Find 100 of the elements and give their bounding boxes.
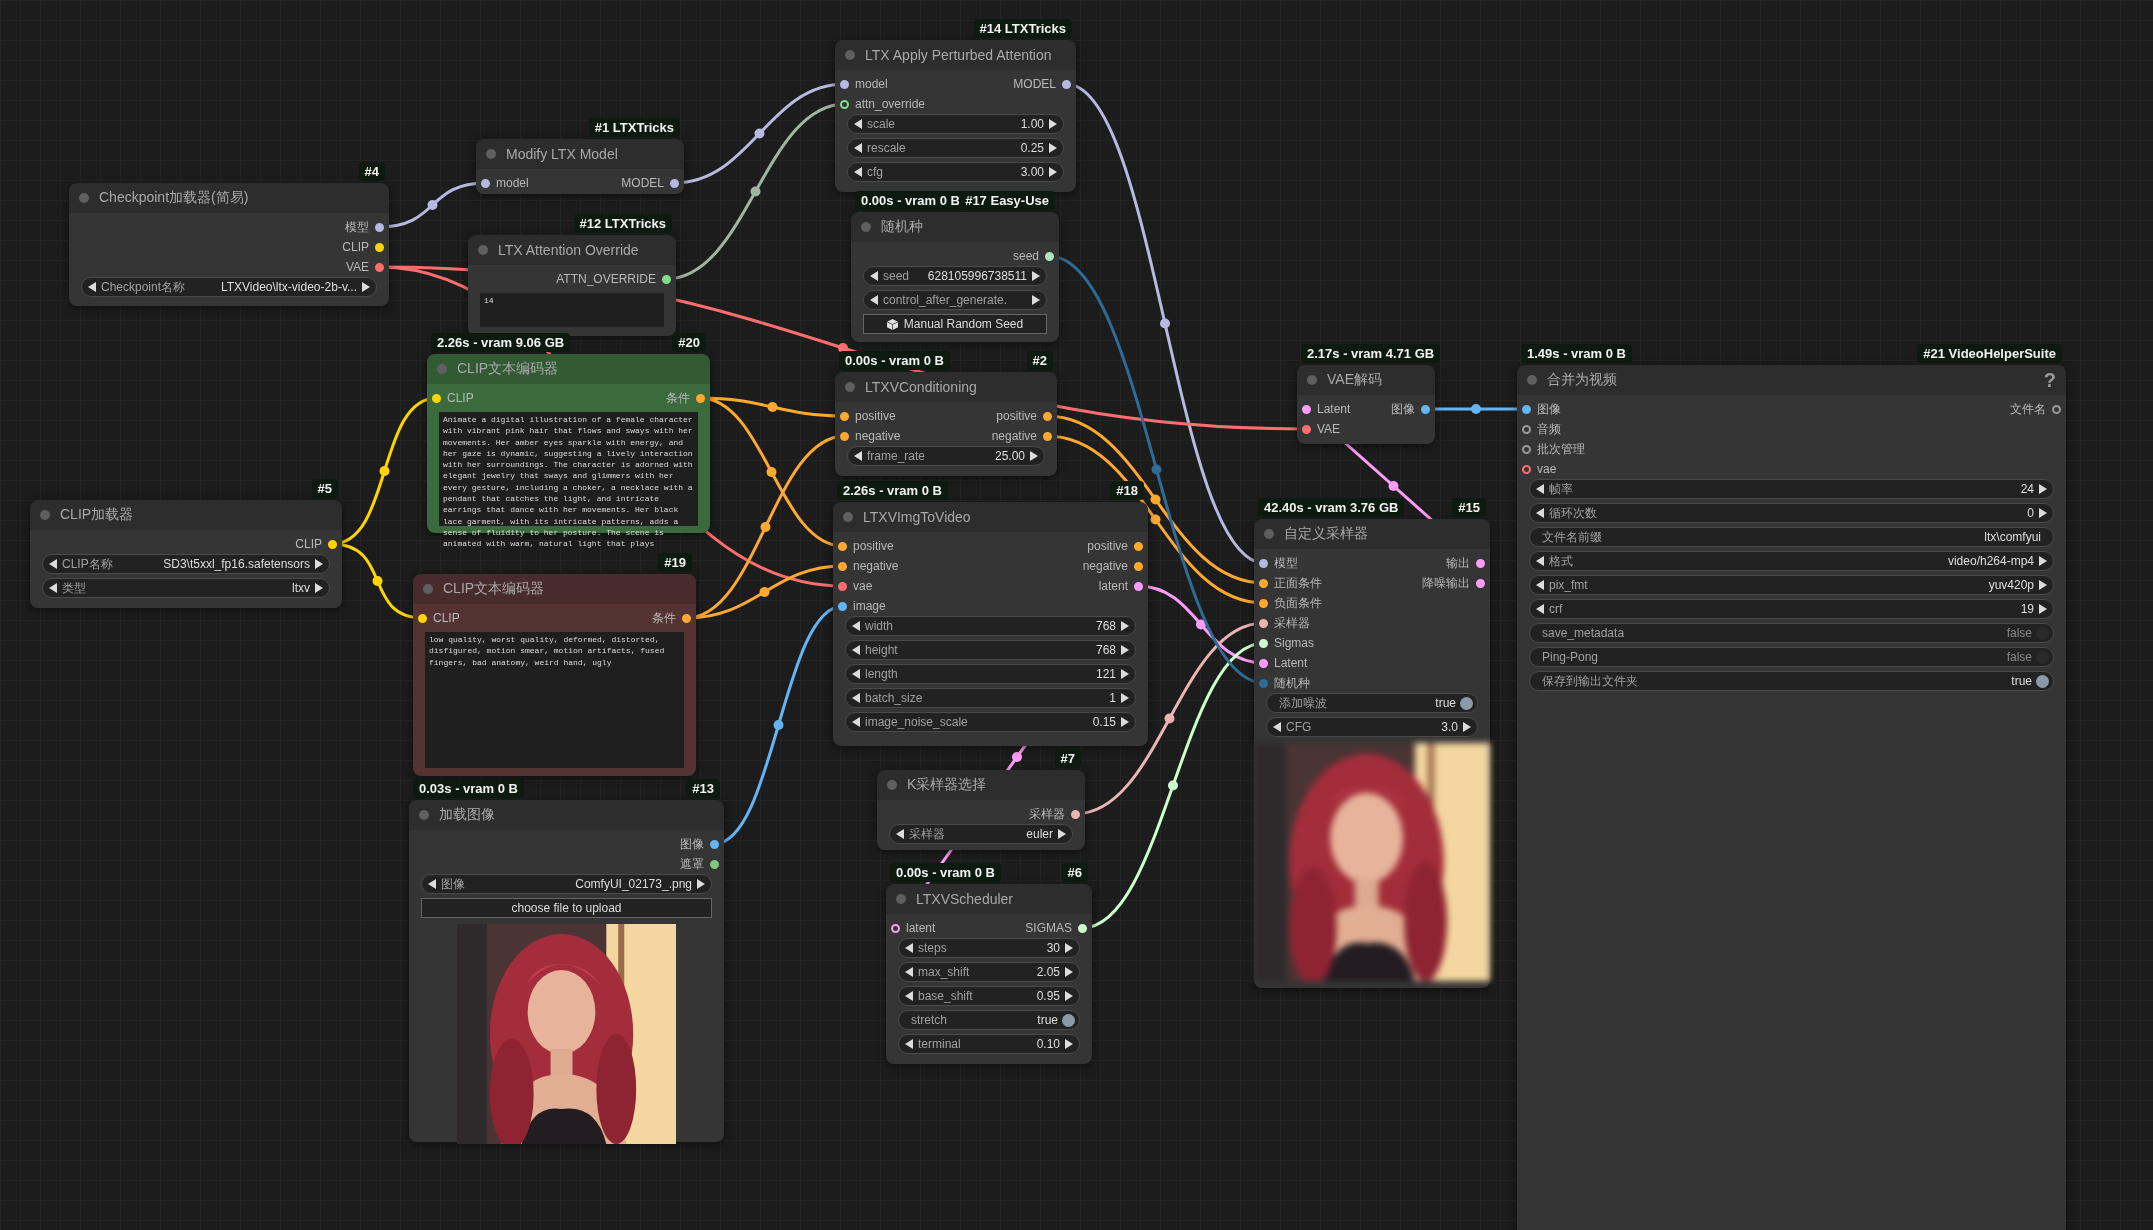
slot-dot[interactable]	[1259, 678, 1268, 688]
arrow-right-icon[interactable]	[1120, 717, 1129, 727]
arrow-right-icon[interactable]	[1029, 451, 1038, 461]
slot-dot[interactable]	[838, 561, 847, 571]
slot-dot[interactable]	[838, 601, 847, 611]
node-dot-icon[interactable]	[419, 810, 429, 820]
value-widget[interactable]: control_after_generate.	[863, 290, 1047, 310]
slot-dot[interactable]	[840, 411, 849, 421]
slot-dot[interactable]	[1522, 464, 1531, 474]
toggle-knob[interactable]	[2036, 674, 2049, 688]
upload-button[interactable]: choose file to upload	[421, 898, 712, 918]
arrow-right-icon[interactable]	[2038, 484, 2047, 494]
arrow-left-icon[interactable]	[1536, 580, 1545, 590]
slot-dot[interactable]	[1421, 404, 1430, 414]
arrow-left-icon[interactable]	[870, 271, 879, 281]
arrow-left-icon[interactable]	[1536, 508, 1545, 518]
slot-dot[interactable]	[1522, 424, 1531, 434]
toggle-knob[interactable]	[2036, 626, 2049, 640]
wire-midpoint-icon[interactable]	[1471, 404, 1481, 414]
wire-midpoint-icon[interactable]	[1388, 481, 1399, 491]
toggle-widget[interactable]: save_metadata false	[1529, 623, 2054, 643]
node-dot-icon[interactable]	[896, 894, 906, 904]
arrow-left-icon[interactable]	[1536, 484, 1545, 494]
node-dot-icon[interactable]	[843, 512, 853, 522]
text-widget[interactable]: 文件名前缀 ltx\comfyui	[1529, 527, 2054, 547]
slot-dot[interactable]	[670, 178, 679, 188]
toggle-widget[interactable]: 添加噪波 true	[1266, 693, 1478, 713]
value-widget[interactable]: frame_rate 25.00	[847, 446, 1045, 466]
wire-midpoint-icon[interactable]	[766, 467, 777, 477]
arrow-right-icon[interactable]	[1064, 1039, 1073, 1049]
slot-dot[interactable]	[375, 222, 384, 232]
arrow-left-icon[interactable]	[854, 119, 863, 129]
slot-dot[interactable]	[838, 581, 847, 591]
arrow-left-icon[interactable]	[905, 967, 914, 977]
node-dot-icon[interactable]	[79, 193, 89, 203]
arrow-right-icon[interactable]	[1031, 295, 1040, 305]
slot-dot[interactable]	[1259, 598, 1268, 608]
slot-dot[interactable]	[840, 79, 849, 89]
value-widget[interactable]: 采样器 euler	[889, 824, 1073, 844]
slot-dot[interactable]	[1071, 809, 1080, 819]
value-widget[interactable]: base_shift 0.95	[898, 986, 1080, 1006]
slot-dot[interactable]	[1522, 444, 1531, 454]
node-dot-icon[interactable]	[845, 50, 855, 60]
arrow-left-icon[interactable]	[854, 167, 863, 177]
arrow-right-icon[interactable]	[1048, 119, 1057, 129]
value-widget[interactable]: CFG 3.0	[1266, 717, 1478, 737]
slot-dot[interactable]	[2052, 404, 2061, 414]
slot-dot[interactable]	[1522, 404, 1531, 414]
arrow-left-icon[interactable]	[905, 991, 914, 1001]
toggle-widget[interactable]: stretch true	[898, 1010, 1080, 1030]
arrow-right-icon[interactable]	[1120, 669, 1129, 679]
value-widget[interactable]: 格式 video/h264-mp4	[1529, 551, 2054, 571]
node-dot-icon[interactable]	[423, 584, 433, 594]
value-widget[interactable]: pix_fmt yuv420p	[1529, 575, 2054, 595]
wire-midpoint-icon[interactable]	[1150, 494, 1161, 505]
arrow-left-icon[interactable]	[854, 451, 863, 461]
slot-dot[interactable]	[1302, 404, 1311, 414]
slot-dot[interactable]	[682, 613, 691, 623]
slot-dot[interactable]	[1259, 618, 1268, 628]
wire-midpoint-icon[interactable]	[427, 200, 438, 210]
value-widget[interactable]: cfg 3.00	[847, 162, 1064, 182]
arrow-right-icon[interactable]	[1120, 645, 1129, 655]
arrow-left-icon[interactable]	[852, 645, 861, 655]
wire-midpoint-icon[interactable]	[379, 466, 390, 476]
arrow-right-icon[interactable]	[1064, 943, 1073, 953]
arrow-right-icon[interactable]	[314, 583, 323, 593]
slot-dot[interactable]	[710, 839, 719, 849]
slot-dot[interactable]	[891, 923, 900, 933]
arrow-left-icon[interactable]	[852, 669, 861, 679]
arrow-left-icon[interactable]	[88, 282, 97, 292]
value-widget[interactable]: 帧率 24	[1529, 479, 2054, 499]
arrow-left-icon[interactable]	[49, 583, 58, 593]
arrow-right-icon[interactable]	[1031, 271, 1040, 281]
slot-dot[interactable]	[1476, 578, 1485, 588]
toggle-knob[interactable]	[2036, 650, 2049, 664]
prompt-textarea[interactable]: low quality, worst quality, deformed, distorted, disfigured, motion smear, motion artifacts, fused fingers, bad anatomy, weird hand, ugly	[425, 632, 684, 768]
slot-dot[interactable]	[1134, 581, 1143, 591]
value-widget[interactable]: terminal 0.10	[898, 1034, 1080, 1054]
value-widget[interactable]: CLIP名称 SD3\t5xxl_fp16.safetensors	[42, 554, 330, 574]
wire-midpoint-icon[interactable]	[754, 128, 765, 139]
arrow-right-icon[interactable]	[1120, 693, 1129, 703]
arrow-left-icon[interactable]	[1273, 722, 1282, 732]
value-widget[interactable]: 图像 ComfyUI_02173_.png	[421, 874, 712, 894]
toggle-widget[interactable]: Ping-Pong false	[1529, 647, 2054, 667]
wire-midpoint-icon[interactable]	[1196, 619, 1206, 630]
node-dot-icon[interactable]	[478, 245, 488, 255]
value-widget[interactable]: length 121	[845, 664, 1136, 684]
arrow-right-icon[interactable]	[361, 282, 370, 292]
slot-dot[interactable]	[1043, 411, 1052, 421]
value-widget[interactable]: 类型 ltxv	[42, 578, 330, 598]
slot-dot[interactable]	[481, 178, 490, 188]
wire-midpoint-icon[interactable]	[767, 402, 778, 412]
wire-midpoint-icon[interactable]	[1160, 318, 1170, 329]
value-widget[interactable]: rescale 0.25	[847, 138, 1064, 158]
arrow-right-icon[interactable]	[1057, 829, 1066, 839]
arrow-left-icon[interactable]	[1536, 604, 1545, 614]
arrow-right-icon[interactable]	[1048, 167, 1057, 177]
arrow-left-icon[interactable]	[905, 943, 914, 953]
value-widget[interactable]: image_noise_scale 0.15	[845, 712, 1136, 732]
slot-dot[interactable]	[1302, 424, 1311, 434]
